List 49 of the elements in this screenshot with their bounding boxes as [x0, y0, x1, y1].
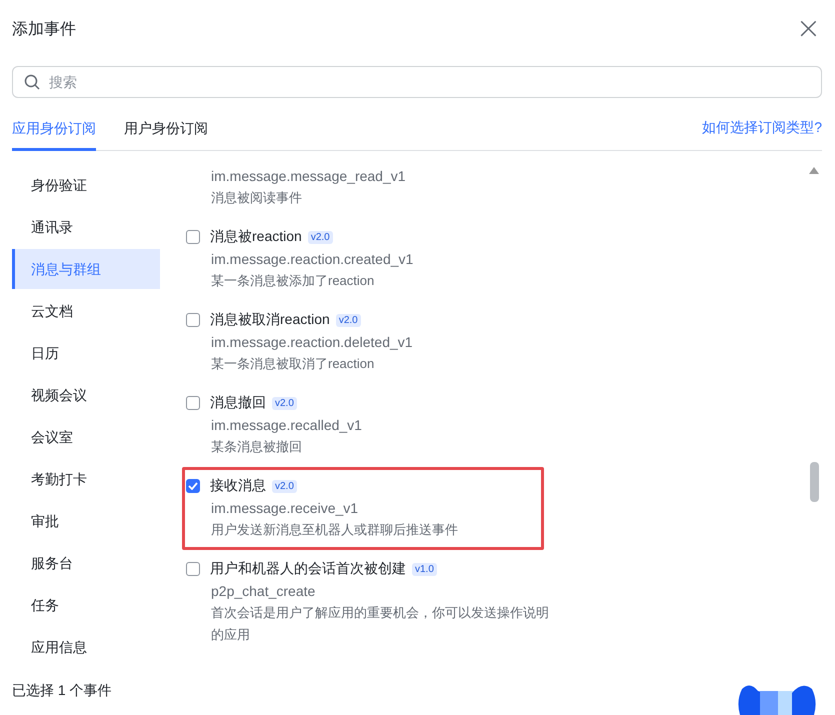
search-field[interactable]: 搜索 [12, 66, 822, 98]
sidebar-item[interactable]: 应用信息 [12, 627, 160, 667]
search-icon [24, 74, 40, 90]
scrollbar-thumb[interactable] [810, 462, 818, 502]
checkbox[interactable] [186, 230, 200, 244]
event-title: 消息被reaction [210, 228, 302, 246]
event-title: 消息撤回 [210, 394, 266, 412]
sidebar-item[interactable]: 身份验证 [12, 165, 160, 205]
event-title: 用户和机器人的会话首次被创建 [210, 560, 406, 578]
event-description: 某一条消息被添加了reaction [211, 272, 376, 290]
checkbox[interactable] [186, 479, 200, 493]
sidebar-item[interactable]: 考勤打卡 [12, 459, 160, 499]
sidebar-item[interactable]: 通讯录 [12, 207, 160, 247]
sidebar-item[interactable]: 任务 [12, 585, 160, 625]
event-title: 接收消息 [210, 477, 266, 495]
tab[interactable]: 应用身份订阅 [12, 110, 96, 151]
scroll-up-icon[interactable] [809, 167, 819, 174]
event-name: im.message.receive_v1 [211, 499, 360, 518]
version-badge: v2.0 [336, 314, 361, 326]
version-badge: v2.0 [308, 230, 333, 244]
event-name: im.message.message_read_v1 [211, 167, 407, 186]
close-button[interactable]: × [796, 17, 821, 41]
checkbox[interactable] [186, 313, 200, 327]
sidebar-item[interactable]: 视频会议 [12, 375, 160, 415]
event-name: im.message.reaction.created_v1 [211, 250, 414, 269]
tab[interactable]: 用户身份订阅 [124, 110, 208, 151]
event-name: p2p_chat_create [211, 582, 316, 601]
event-description: 消息被阅读事件 [211, 189, 303, 207]
event-description: 某一条消息被取消了reaction [211, 355, 376, 373]
version-badge: v1.0 [412, 562, 437, 576]
dialog-title: 添加事件 [12, 20, 76, 40]
sidebar-item[interactable]: 消息与群组 [12, 249, 160, 289]
event-name: im.message.recalled_v1 [211, 416, 363, 435]
sidebar-item[interactable]: 服务台 [12, 543, 160, 583]
version-badge: v2.0 [272, 396, 297, 410]
event-description: 首次会话是用户了解应用的重要机会，你可以发送操作说明的应用 [211, 604, 550, 644]
version-badge: v2.0 [272, 480, 297, 492]
sidebar-item[interactable]: 日历 [12, 333, 160, 373]
checkbox[interactable] [186, 562, 200, 576]
event-title: 消息被取消reaction [210, 311, 330, 329]
sidebar-item[interactable]: 云文档 [12, 291, 160, 331]
event-description: 某条消息被撤回 [211, 438, 303, 456]
sidebar-item[interactable]: 会议室 [12, 417, 160, 457]
selected-count: 已选择 1 个事件 [12, 682, 112, 700]
event-name: im.message.reaction.deleted_v1 [211, 333, 414, 352]
help-link[interactable]: 如何选择订阅类型? [702, 119, 822, 141]
sidebar-item[interactable]: 审批 [12, 501, 160, 541]
checkbox[interactable] [186, 396, 200, 410]
event-description: 用户发送新消息至机器人或群聊后推送事件 [211, 521, 459, 539]
